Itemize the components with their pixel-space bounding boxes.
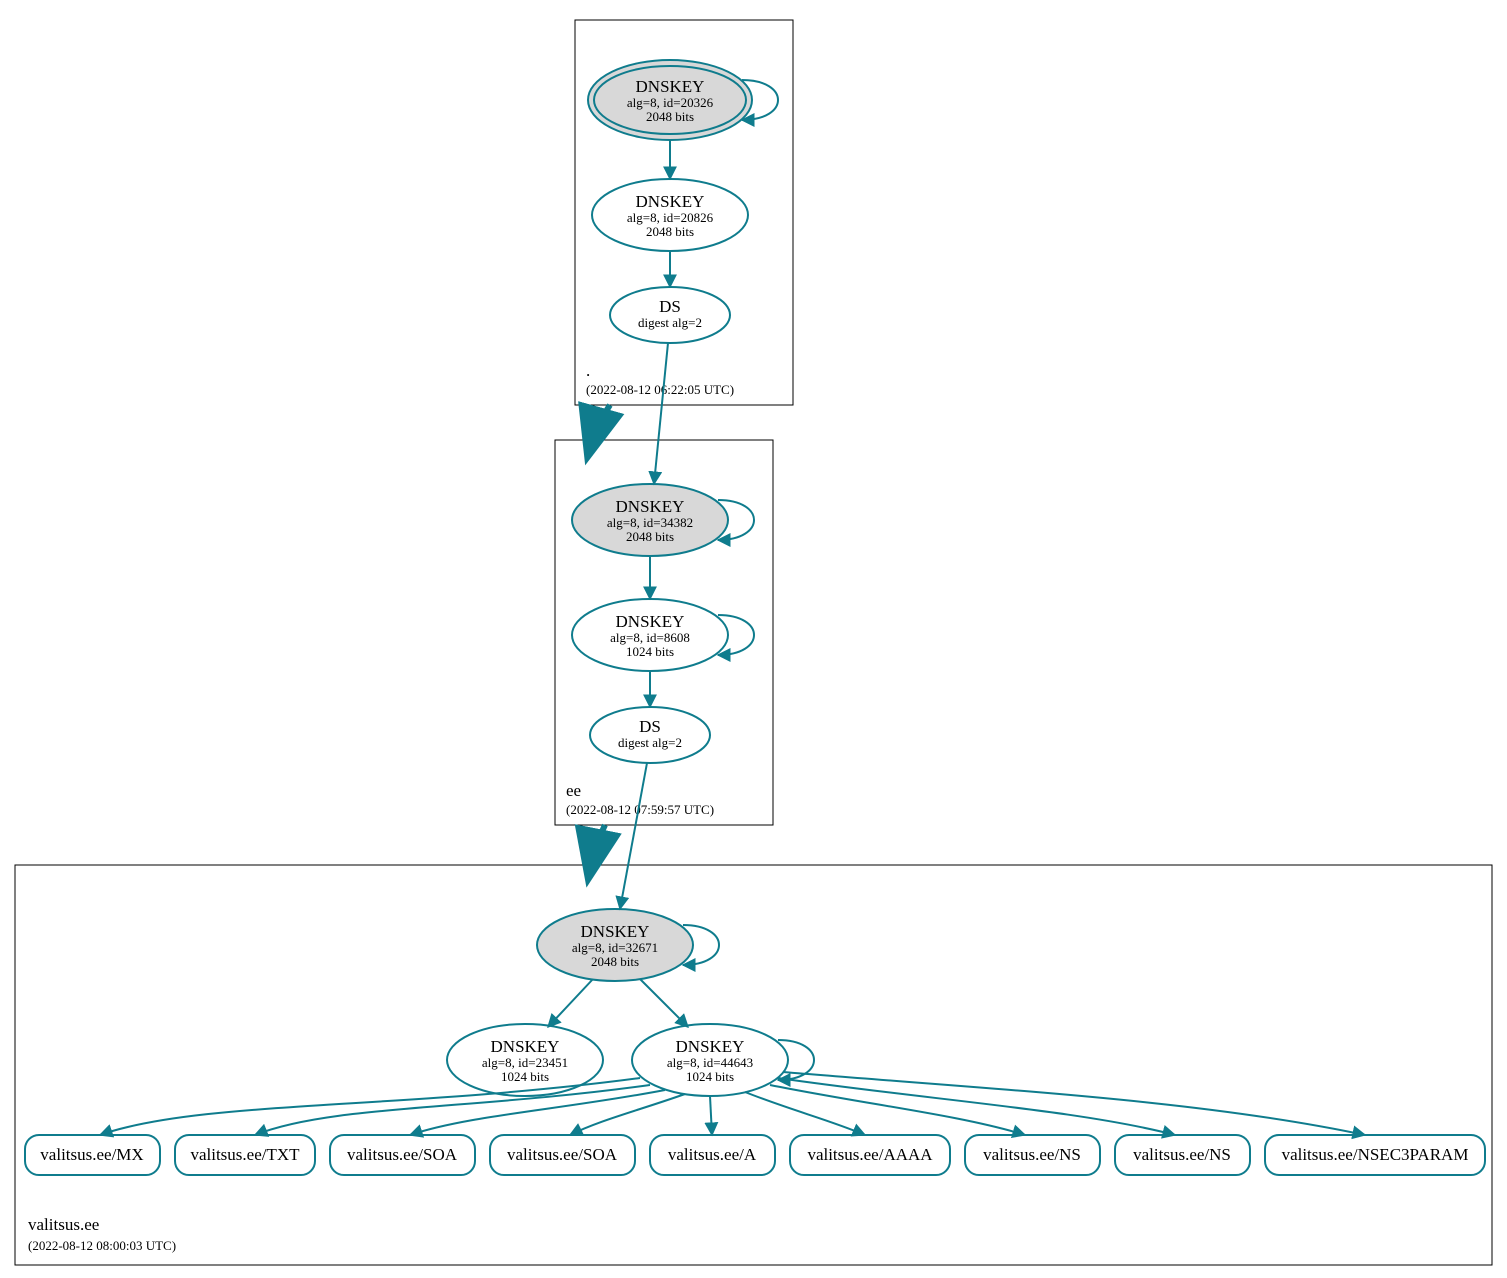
edge (548, 979, 593, 1027)
rrset-a: valitsus.ee/A (650, 1135, 775, 1175)
svg-text:DNSKEY: DNSKEY (616, 497, 685, 516)
node-root-ds: DS digest alg=2 (610, 287, 730, 343)
node-root-zsk: DNSKEY alg=8, id=20826 2048 bits (592, 179, 748, 251)
svg-text:valitsus.ee/A: valitsus.ee/A (668, 1145, 757, 1164)
svg-text:valitsus.ee/SOA: valitsus.ee/SOA (507, 1145, 618, 1164)
svg-text:DNSKEY: DNSKEY (616, 612, 685, 631)
svg-text:DS: DS (659, 297, 681, 316)
svg-text:1024 bits: 1024 bits (501, 1069, 549, 1084)
svg-text:DNSKEY: DNSKEY (581, 922, 650, 941)
rrset-txt: valitsus.ee/TXT (175, 1135, 315, 1175)
zone-root-name: . (586, 361, 590, 380)
node-val-ksk: DNSKEY alg=8, id=32671 2048 bits (537, 909, 719, 981)
zone-ee-name: ee (566, 781, 581, 800)
node-val-zsk2: DNSKEY alg=8, id=44643 1024 bits (632, 1024, 814, 1096)
dnssec-graph: . (2022-08-12 06:22:05 UTC) DNSKEY alg=8… (0, 0, 1507, 1278)
zone-root-ts: (2022-08-12 06:22:05 UTC) (586, 382, 734, 397)
svg-text:alg=8, id=32671: alg=8, id=32671 (572, 940, 658, 955)
zone-val-ts: (2022-08-12 08:00:03 UTC) (28, 1238, 176, 1253)
svg-text:DS: DS (639, 717, 661, 736)
svg-text:1024 bits: 1024 bits (626, 644, 674, 659)
node-root-ksk: DNSKEY alg=8, id=20326 2048 bits (588, 60, 778, 140)
svg-text:2048 bits: 2048 bits (626, 529, 674, 544)
svg-text:2048 bits: 2048 bits (591, 954, 639, 969)
zone-val-name: valitsus.ee (28, 1215, 99, 1234)
svg-text:valitsus.ee/NS: valitsus.ee/NS (1133, 1145, 1231, 1164)
edge-zone (590, 825, 605, 870)
svg-text:valitsus.ee/TXT: valitsus.ee/TXT (190, 1145, 300, 1164)
svg-text:alg=8, id=20826: alg=8, id=20826 (627, 210, 714, 225)
edge (640, 979, 688, 1027)
node-ee-zsk: DNSKEY alg=8, id=8608 1024 bits (572, 599, 754, 671)
rrset-aaaa: valitsus.ee/AAAA (790, 1135, 950, 1175)
svg-text:valitsus.ee/NSEC3PARAM: valitsus.ee/NSEC3PARAM (1282, 1145, 1469, 1164)
edge (654, 343, 668, 484)
rrset-ns2: valitsus.ee/NS (1115, 1135, 1250, 1175)
svg-text:digest alg=2: digest alg=2 (638, 315, 702, 330)
svg-text:valitsus.ee/AAAA: valitsus.ee/AAAA (807, 1145, 933, 1164)
rrset-ns1: valitsus.ee/NS (965, 1135, 1100, 1175)
svg-text:2048 bits: 2048 bits (646, 224, 694, 239)
svg-text:DNSKEY: DNSKEY (491, 1037, 560, 1056)
svg-text:DNSKEY: DNSKEY (676, 1037, 745, 1056)
svg-text:alg=8, id=34382: alg=8, id=34382 (607, 515, 693, 530)
svg-text:digest alg=2: digest alg=2 (618, 735, 682, 750)
svg-text:valitsus.ee/MX: valitsus.ee/MX (40, 1145, 143, 1164)
node-ee-ksk: DNSKEY alg=8, id=34382 2048 bits (572, 484, 754, 556)
svg-text:alg=8, id=44643: alg=8, id=44643 (667, 1055, 753, 1070)
svg-text:2048 bits: 2048 bits (646, 109, 694, 124)
svg-text:alg=8, id=23451: alg=8, id=23451 (482, 1055, 568, 1070)
svg-text:DNSKEY: DNSKEY (636, 77, 705, 96)
svg-text:alg=8, id=20326: alg=8, id=20326 (627, 95, 714, 110)
svg-text:1024 bits: 1024 bits (686, 1069, 734, 1084)
rrset-nsec3: valitsus.ee/NSEC3PARAM (1265, 1135, 1485, 1175)
svg-text:valitsus.ee/NS: valitsus.ee/NS (983, 1145, 1081, 1164)
rrset-soa1: valitsus.ee/SOA (330, 1135, 475, 1175)
svg-text:DNSKEY: DNSKEY (636, 192, 705, 211)
edge (620, 763, 647, 909)
svg-text:valitsus.ee/SOA: valitsus.ee/SOA (347, 1145, 458, 1164)
svg-text:alg=8, id=8608: alg=8, id=8608 (610, 630, 690, 645)
rrset-soa2: valitsus.ee/SOA (490, 1135, 635, 1175)
node-ee-ds: DS digest alg=2 (590, 707, 710, 763)
rrset-mx: valitsus.ee/MX (25, 1135, 160, 1175)
edge-zone (590, 405, 610, 448)
